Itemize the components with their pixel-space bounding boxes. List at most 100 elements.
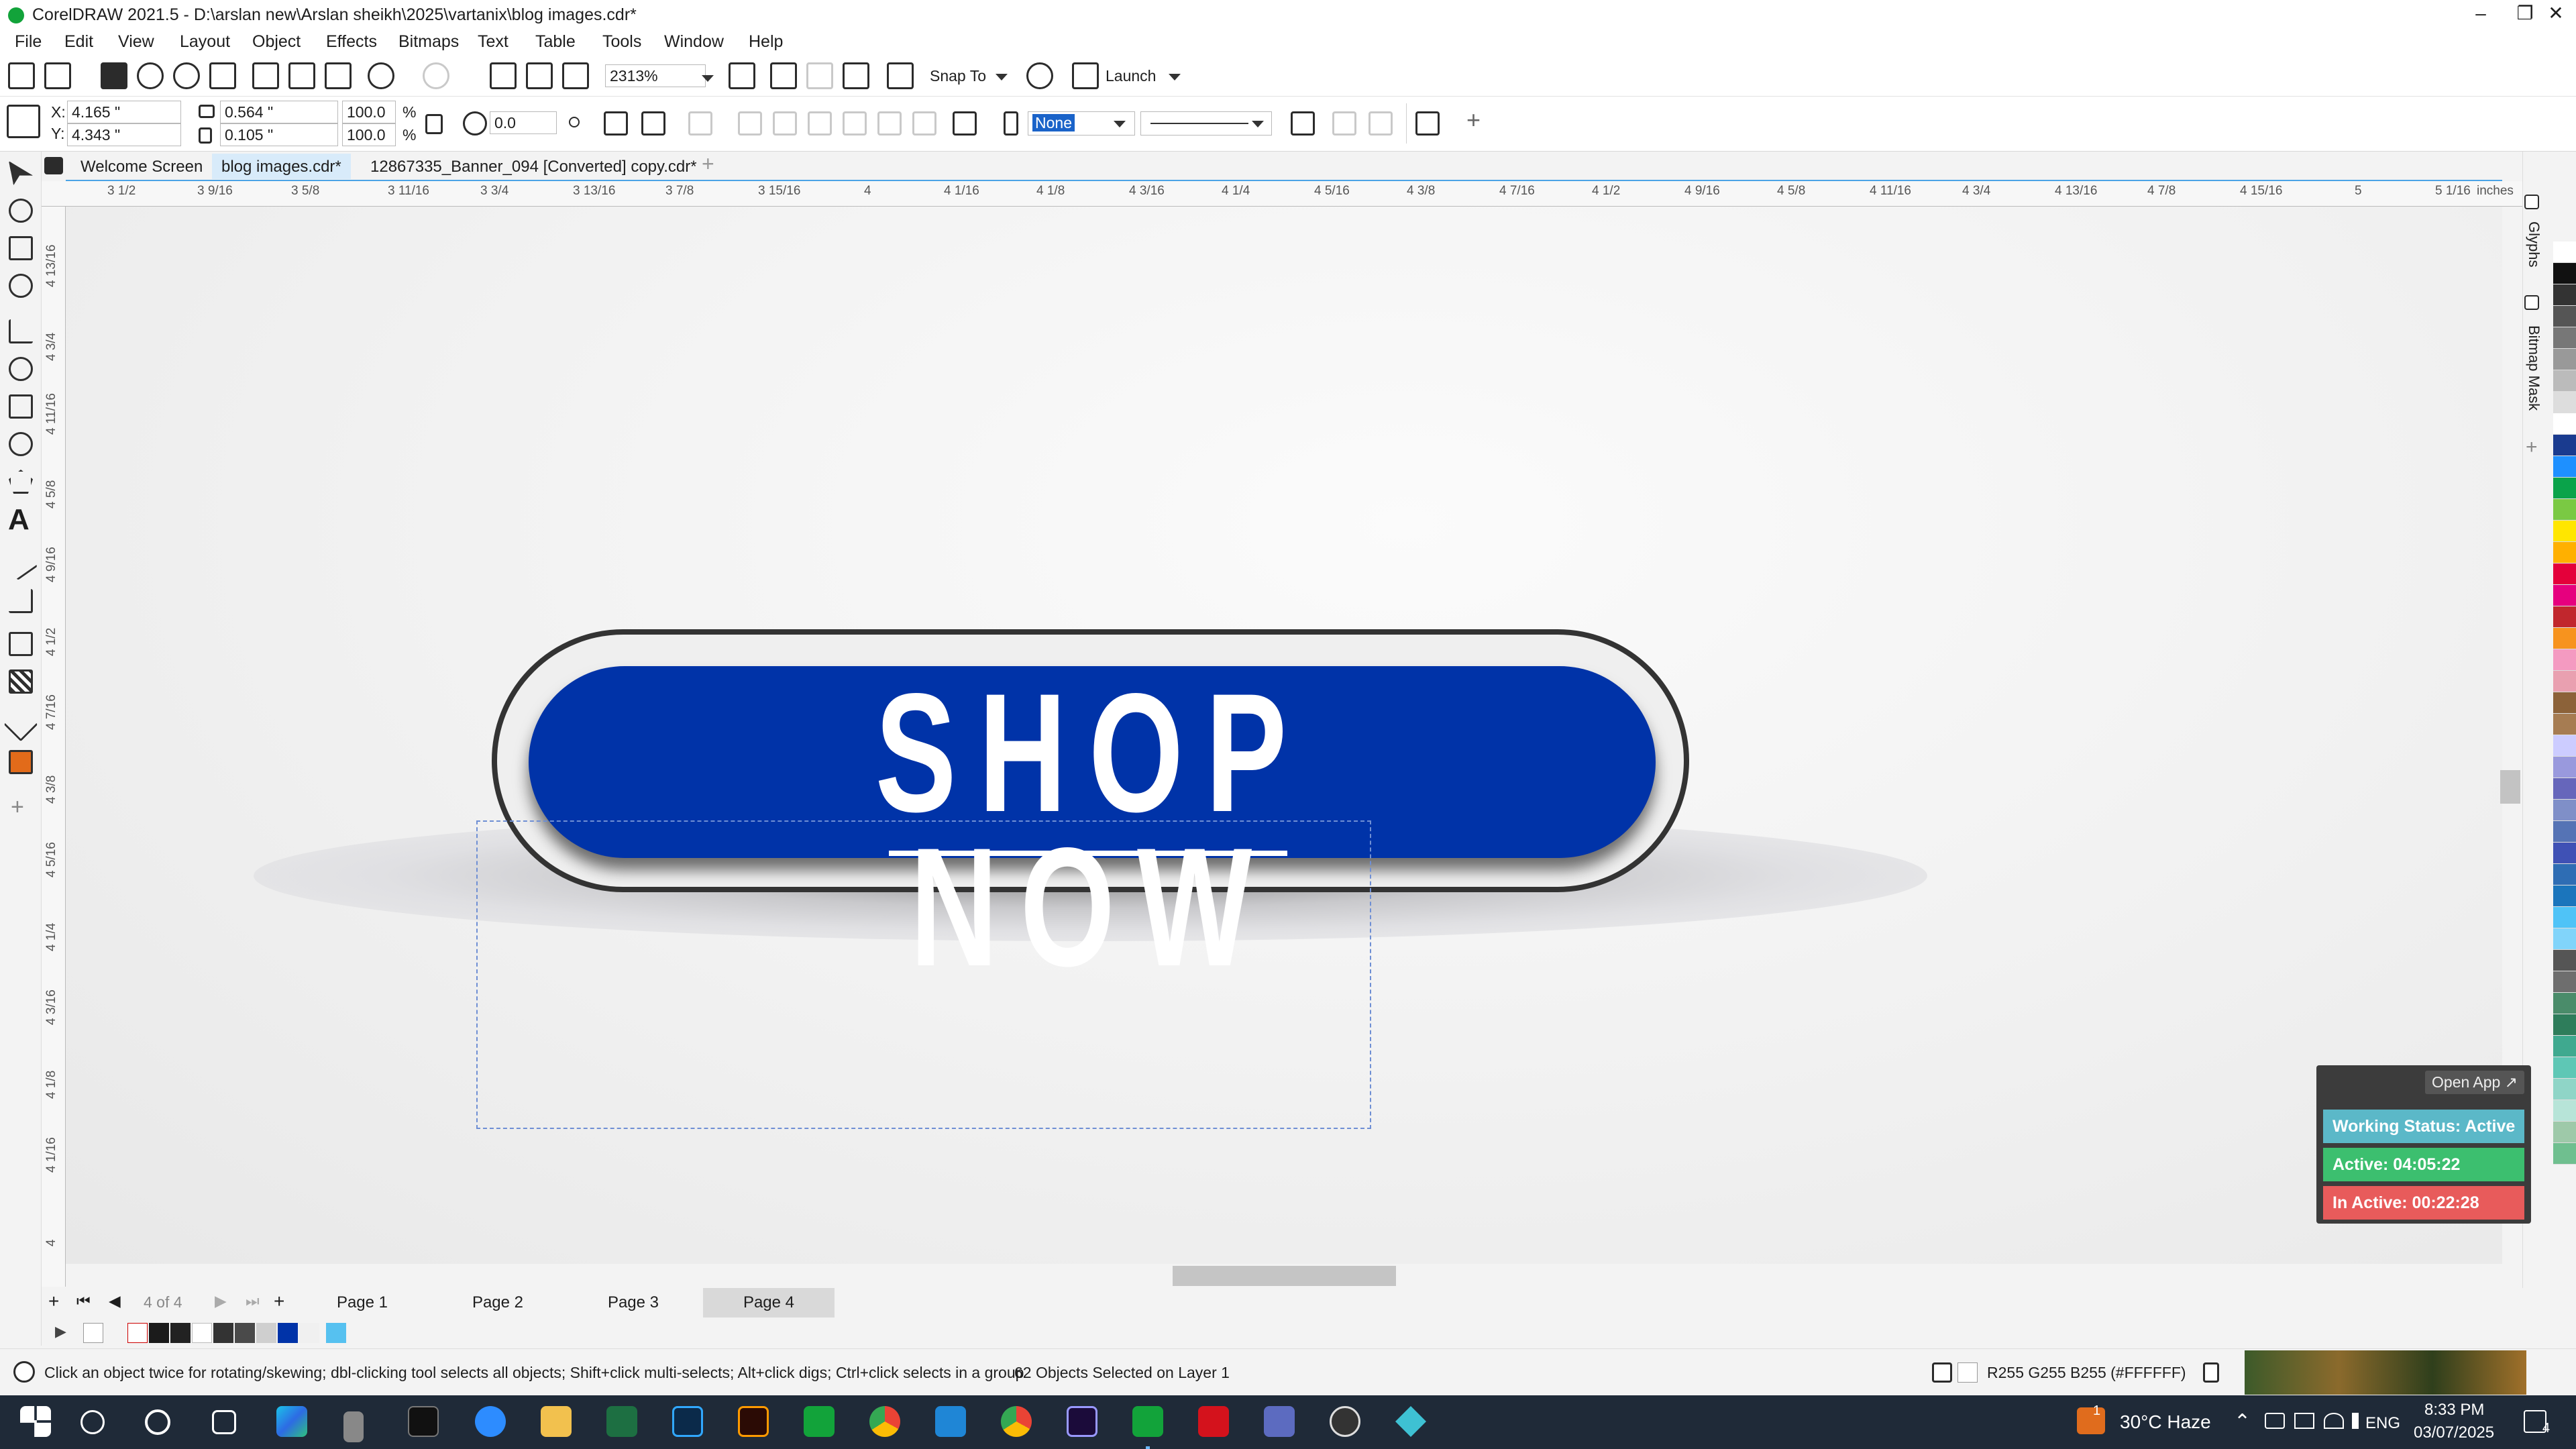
show-grid-icon[interactable] (806, 62, 833, 89)
lock-ratio-icon[interactable] (425, 114, 443, 134)
edge-browser-icon[interactable] (276, 1406, 307, 1437)
tray-app-icon[interactable] (2265, 1413, 2285, 1429)
palette-swatch[interactable] (2553, 950, 2576, 971)
object-width-field[interactable]: 0.564 " (220, 101, 338, 123)
media-player-icon[interactable] (1330, 1406, 1360, 1437)
status-settings-gear-icon[interactable] (13, 1361, 35, 1383)
menu-layout[interactable]: Layout (180, 32, 230, 52)
close-button[interactable]: ✕ (2525, 0, 2576, 30)
redo-icon[interactable] (423, 62, 449, 89)
clock-date[interactable]: 03/07/2025 (2414, 1424, 2494, 1442)
zoom-dropdown-arrow-icon[interactable] (702, 75, 714, 82)
tab-blog-images[interactable]: blog images.cdr* (212, 154, 351, 179)
palette-swatch[interactable] (2553, 542, 2576, 564)
palette-swatch[interactable] (2553, 413, 2576, 435)
doc-color-swatch[interactable] (278, 1323, 298, 1343)
palette-swatch[interactable] (2553, 1036, 2576, 1057)
illustrator-icon[interactable] (738, 1406, 769, 1437)
ellipse-tool-icon[interactable] (9, 432, 33, 456)
menu-text[interactable]: Text (478, 32, 508, 52)
palette-swatch[interactable] (2553, 263, 2576, 284)
object-height-field[interactable]: 0.105 " (220, 123, 338, 146)
menu-file[interactable]: File (15, 32, 42, 52)
palette-swatch[interactable] (2553, 585, 2576, 606)
parallel-dimension-tool-icon[interactable] (3, 546, 38, 581)
full-screen-preview-icon[interactable] (729, 62, 755, 89)
menu-window[interactable]: Window (664, 32, 724, 52)
outline-pen-status-icon[interactable] (2203, 1362, 2219, 1383)
scale-width-field[interactable]: 100.0 (342, 101, 396, 123)
snap-off-icon[interactable] (887, 62, 914, 89)
snap-dropdown-arrow-icon[interactable] (996, 74, 1008, 80)
bitmap-mask-docker-tab[interactable]: Bitmap Mask (2525, 325, 2542, 411)
palette-swatch[interactable] (2553, 1014, 2576, 1036)
show-guidelines-icon[interactable] (843, 62, 869, 89)
palette-swatch[interactable] (2553, 456, 2576, 478)
intersect-icon[interactable] (808, 111, 832, 136)
first-page-icon[interactable]: ⏮ (76, 1292, 91, 1310)
simplify-icon[interactable] (843, 111, 867, 136)
task-view-icon[interactable] (212, 1410, 236, 1434)
y-position-field[interactable]: 4.343 " (67, 123, 181, 146)
palette-swatch[interactable] (2553, 521, 2576, 542)
doc-color-swatch[interactable] (256, 1323, 276, 1343)
eyedropper-swatch-icon[interactable] (83, 1323, 103, 1343)
glyphs-docker-tab[interactable]: Glyphs (2525, 221, 2542, 267)
previous-page-icon[interactable]: ◀ (109, 1292, 121, 1310)
palette-menu-icon[interactable]: ▶ (55, 1323, 75, 1343)
palette-swatch[interactable] (2553, 241, 2576, 263)
interactive-fill-tool-icon[interactable] (9, 750, 33, 774)
premiere-pro-icon[interactable] (1067, 1406, 1097, 1437)
home-icon[interactable] (44, 157, 63, 174)
tab-welcome-screen[interactable]: Welcome Screen (71, 154, 212, 179)
fill-bucket-icon[interactable] (1932, 1362, 1952, 1383)
palette-swatch[interactable] (2553, 1079, 2576, 1100)
palette-swatch[interactable] (2553, 284, 2576, 306)
tab-banner-094[interactable]: 12867335_Banner_094 [Converted] copy.cdr… (361, 154, 706, 179)
fill-color-swatch[interactable] (1957, 1362, 1978, 1383)
cortana-icon[interactable] (145, 1409, 170, 1435)
menu-object[interactable]: Object (252, 32, 301, 52)
trim-icon[interactable] (773, 111, 797, 136)
rotation-angle-field[interactable]: 0.0 (490, 111, 557, 134)
palette-swatch[interactable] (2553, 800, 2576, 821)
page-tab-4[interactable]: Page 4 (703, 1288, 835, 1318)
zoom-icon[interactable] (475, 1406, 506, 1437)
palette-swatch[interactable] (2553, 843, 2576, 864)
palette-swatch[interactable] (2553, 1143, 2576, 1165)
photoshop-icon[interactable] (672, 1406, 703, 1437)
menu-table[interactable]: Table (535, 32, 576, 52)
page-tab-3[interactable]: Page 3 (568, 1288, 699, 1318)
palette-swatch[interactable] (2553, 778, 2576, 800)
connector-tool-icon[interactable] (9, 589, 33, 613)
outline-pen-icon[interactable] (1004, 111, 1018, 136)
quick-customize-plus-icon[interactable]: + (11, 794, 24, 820)
color-palette[interactable] (2553, 241, 2576, 1315)
page-tab-1[interactable]: Page 1 (297, 1288, 428, 1318)
options-gear-icon[interactable] (1026, 62, 1053, 89)
cut-icon[interactable] (252, 62, 279, 89)
quick-trace-icon[interactable] (1332, 111, 1356, 136)
undo-icon[interactable] (368, 62, 394, 89)
mirror-vertical-icon[interactable] (641, 111, 665, 136)
excel-icon[interactable] (606, 1406, 637, 1437)
search-icon[interactable] (80, 1410, 105, 1434)
doc-color-swatch[interactable] (192, 1323, 212, 1343)
cloud-upload-icon[interactable] (137, 62, 164, 89)
pen-app-icon[interactable] (343, 1411, 364, 1442)
glyphs-icon[interactable] (2524, 195, 2539, 209)
palette-swatch[interactable] (2553, 757, 2576, 778)
launch-app-icon[interactable] (1072, 62, 1099, 89)
weld-icon[interactable] (738, 111, 762, 136)
show-rulers-icon[interactable] (770, 62, 797, 89)
create-boundary-icon[interactable] (953, 111, 977, 136)
terminal-icon[interactable] (408, 1406, 439, 1437)
next-page-icon[interactable]: ▶ (215, 1292, 227, 1310)
palette-swatch[interactable] (2553, 735, 2576, 757)
copy-icon[interactable] (288, 62, 315, 89)
clock-time[interactable]: 8:33 PM (2424, 1401, 2484, 1419)
drop-shadow-tool-icon[interactable] (9, 632, 33, 656)
outline-width-dropdown-icon[interactable] (1114, 121, 1126, 127)
reference-point-icon[interactable] (7, 105, 40, 138)
palette-swatch[interactable] (2553, 435, 2576, 456)
